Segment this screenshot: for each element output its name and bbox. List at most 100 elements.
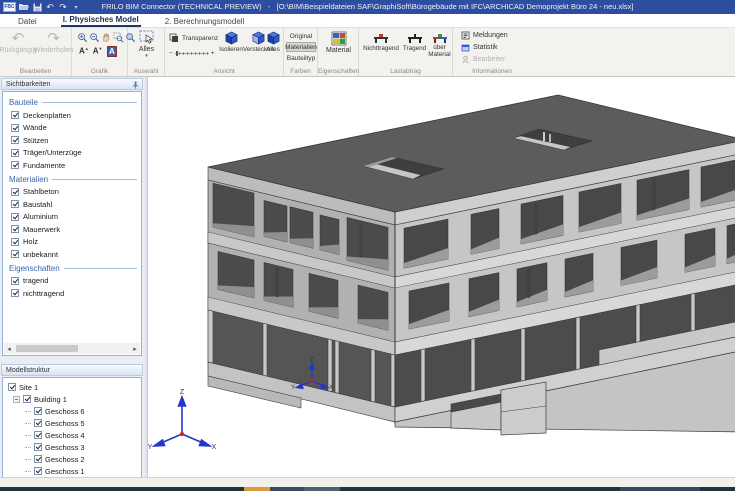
checkbox-checked-icon[interactable] — [11, 188, 19, 196]
checkbox-checked-icon[interactable] — [11, 161, 19, 169]
color-original-button[interactable]: Original — [286, 31, 316, 41]
scrollbar-thumb[interactable] — [16, 345, 78, 352]
checkbox-checked-icon[interactable] — [11, 238, 19, 246]
checkbox-checked-icon[interactable] — [34, 467, 42, 475]
beam-bearing-icon — [407, 32, 423, 44]
visibility-item-stuetzen[interactable]: Stützen — [9, 134, 137, 147]
checkbox-checked-icon[interactable] — [34, 407, 42, 415]
font-decrease-icon[interactable]: A▼ — [93, 46, 103, 56]
checkbox-checked-icon[interactable] — [11, 225, 19, 233]
transparency-slider[interactable]: − + — [169, 50, 215, 57]
tree-item-geschoss6[interactable]: Geschoss 6 — [7, 405, 139, 417]
horizontal-scrollbar[interactable]: ◂ ▸ — [4, 343, 140, 354]
show-all-button[interactable]: Alles — [263, 31, 283, 53]
font-increase-icon[interactable]: A▲ — [79, 46, 89, 56]
visibility-item-traeger[interactable]: Träger/Unterzüge — [9, 147, 137, 160]
checkbox-checked-icon[interactable] — [34, 443, 42, 451]
sichtbarkeiten-panel-header[interactable]: Sichtbarkeiten — [1, 78, 143, 90]
tab-datei[interactable]: Datei — [16, 15, 39, 27]
checkbox-checked-icon[interactable] — [11, 289, 19, 297]
taskbar-segment — [620, 487, 700, 491]
visibility-item-stahlbeton[interactable]: Stahlbeton — [9, 186, 137, 199]
isolate-button[interactable]: Isolieren — [218, 31, 244, 53]
checkbox-checked-icon[interactable] — [23, 395, 31, 403]
slider-max-icon[interactable]: + — [211, 50, 215, 57]
sichtbarkeiten-panel: Bauteile Deckenplatten Wände Stützen Trä… — [2, 91, 142, 356]
checkbox-checked-icon[interactable] — [34, 431, 42, 439]
open-folder-icon[interactable] — [19, 2, 29, 12]
visibility-item-nichttragend[interactable]: nichttragend — [9, 287, 137, 300]
checkbox-checked-icon[interactable] — [11, 200, 19, 208]
beam-nonbearing-icon — [373, 32, 389, 44]
checkbox-checked-icon[interactable] — [11, 213, 19, 221]
visibility-item-deckenplatten[interactable]: Deckenplatten — [9, 109, 137, 122]
undo-button[interactable]: ↶ Rückgängig — [1, 31, 35, 54]
tree-item-geschoss4[interactable]: Geschoss 4 — [7, 429, 139, 441]
tab-physisches-model[interactable]: I. Physisches Model — [61, 13, 141, 27]
color-bauteiltyp-button[interactable]: Bauteiltyp — [286, 53, 316, 63]
tree-item-building1[interactable]: Building 1 — [7, 393, 139, 405]
visibility-item-fundamente[interactable]: Fundamente — [9, 159, 137, 172]
scroll-right-icon[interactable]: ▸ — [130, 345, 140, 353]
tree-item-geschoss5[interactable]: Geschoss 5 — [7, 417, 139, 429]
undo-icon[interactable]: ↶ — [45, 2, 55, 12]
quick-access-toolbar: FBC ↶ ↷ ▾ — [3, 1, 81, 13]
tree-item-geschoss2[interactable]: Geschoss 2 — [7, 453, 139, 465]
save-icon[interactable] — [32, 2, 42, 12]
svg-text:Y: Y — [291, 385, 295, 391]
select-all-button[interactable]: Alles ▾ — [130, 30, 163, 59]
pin-icon[interactable] — [132, 81, 139, 89]
visibility-item-mauerwerk[interactable]: Mauerwerk — [9, 223, 137, 236]
checkbox-checked-icon[interactable] — [8, 383, 16, 391]
zoom-in-icon[interactable] — [77, 32, 88, 43]
meldungen-button[interactable]: Meldungen — [461, 31, 508, 40]
ribbon-group-auswahl: Alles ▾ Auswahl — [128, 28, 165, 76]
ribbon-group-lastabtrag: Nichttragend Tragend über Material Lasta… — [359, 28, 453, 76]
transparency-icon — [169, 33, 179, 43]
checkbox-checked-icon[interactable] — [34, 419, 42, 427]
visibility-item-holz[interactable]: Holz — [9, 236, 137, 249]
pan-hand-icon[interactable] — [101, 32, 112, 43]
checkbox-checked-icon[interactable] — [11, 111, 19, 119]
qat-dropdown-icon[interactable]: ▾ — [71, 2, 81, 12]
tree-item-geschoss3[interactable]: Geschoss 3 — [7, 441, 139, 453]
statistik-button[interactable]: Statistik — [461, 43, 498, 52]
visibility-item-unbekannt[interactable]: unbekannt — [9, 248, 137, 261]
taskbar-strip — [0, 487, 735, 491]
visibility-item-aluminium[interactable]: Aluminium — [9, 211, 137, 224]
zoom-out-icon[interactable] — [89, 32, 100, 43]
scroll-left-icon[interactable]: ◂ — [4, 345, 14, 353]
checkbox-checked-icon[interactable] — [11, 277, 19, 285]
nichttragend-button[interactable]: Nichttragend — [360, 32, 402, 52]
color-materialien-button[interactable]: Materialien — [286, 42, 316, 52]
slider-handle[interactable] — [176, 51, 178, 56]
tree-item-site1[interactable]: Site 1 — [7, 381, 139, 393]
font-color-icon[interactable]: A — [107, 46, 118, 57]
redo-button[interactable]: ↷ Wiederholen — [36, 31, 71, 54]
checkbox-checked-icon[interactable] — [11, 124, 19, 132]
ueber-material-button[interactable]: über Material — [427, 32, 452, 58]
viewport-3d[interactable]: Z Y X Z Y X — [147, 77, 735, 477]
checkbox-checked-icon[interactable] — [34, 455, 42, 463]
slider-min-icon[interactable]: − — [169, 50, 173, 57]
3d-model-canvas[interactable]: Z Y X Z Y X — [148, 77, 735, 477]
tab-berechnungsmodell[interactable]: 2. Berechnungsmodell — [163, 15, 247, 27]
app-menu-button[interactable]: FBC — [3, 2, 16, 12]
redo-icon[interactable]: ↷ — [58, 2, 68, 12]
section-eigenschaften: Eigenschaften — [9, 264, 137, 273]
collapse-icon[interactable] — [13, 396, 20, 403]
modellstruktur-panel-header[interactable]: Modellstruktur — [1, 364, 143, 376]
bearbeiter-button[interactable]: Bearbeiter — [461, 55, 505, 64]
checkbox-checked-icon[interactable] — [11, 136, 19, 144]
svg-text:Y: Y — [148, 444, 153, 451]
tree-item-geschoss1[interactable]: Geschoss 1 — [7, 465, 139, 477]
material-button[interactable]: Material — [321, 31, 356, 54]
svg-text:X: X — [329, 385, 333, 391]
visibility-item-baustahl[interactable]: Baustahl — [9, 198, 137, 211]
checkbox-checked-icon[interactable] — [11, 149, 19, 157]
visibility-item-waende[interactable]: Wände — [9, 122, 137, 135]
tragend-button[interactable]: Tragend — [402, 32, 427, 52]
zoom-window-icon[interactable] — [113, 32, 124, 43]
checkbox-checked-icon[interactable] — [11, 250, 19, 258]
visibility-item-tragend[interactable]: tragend — [9, 275, 137, 288]
